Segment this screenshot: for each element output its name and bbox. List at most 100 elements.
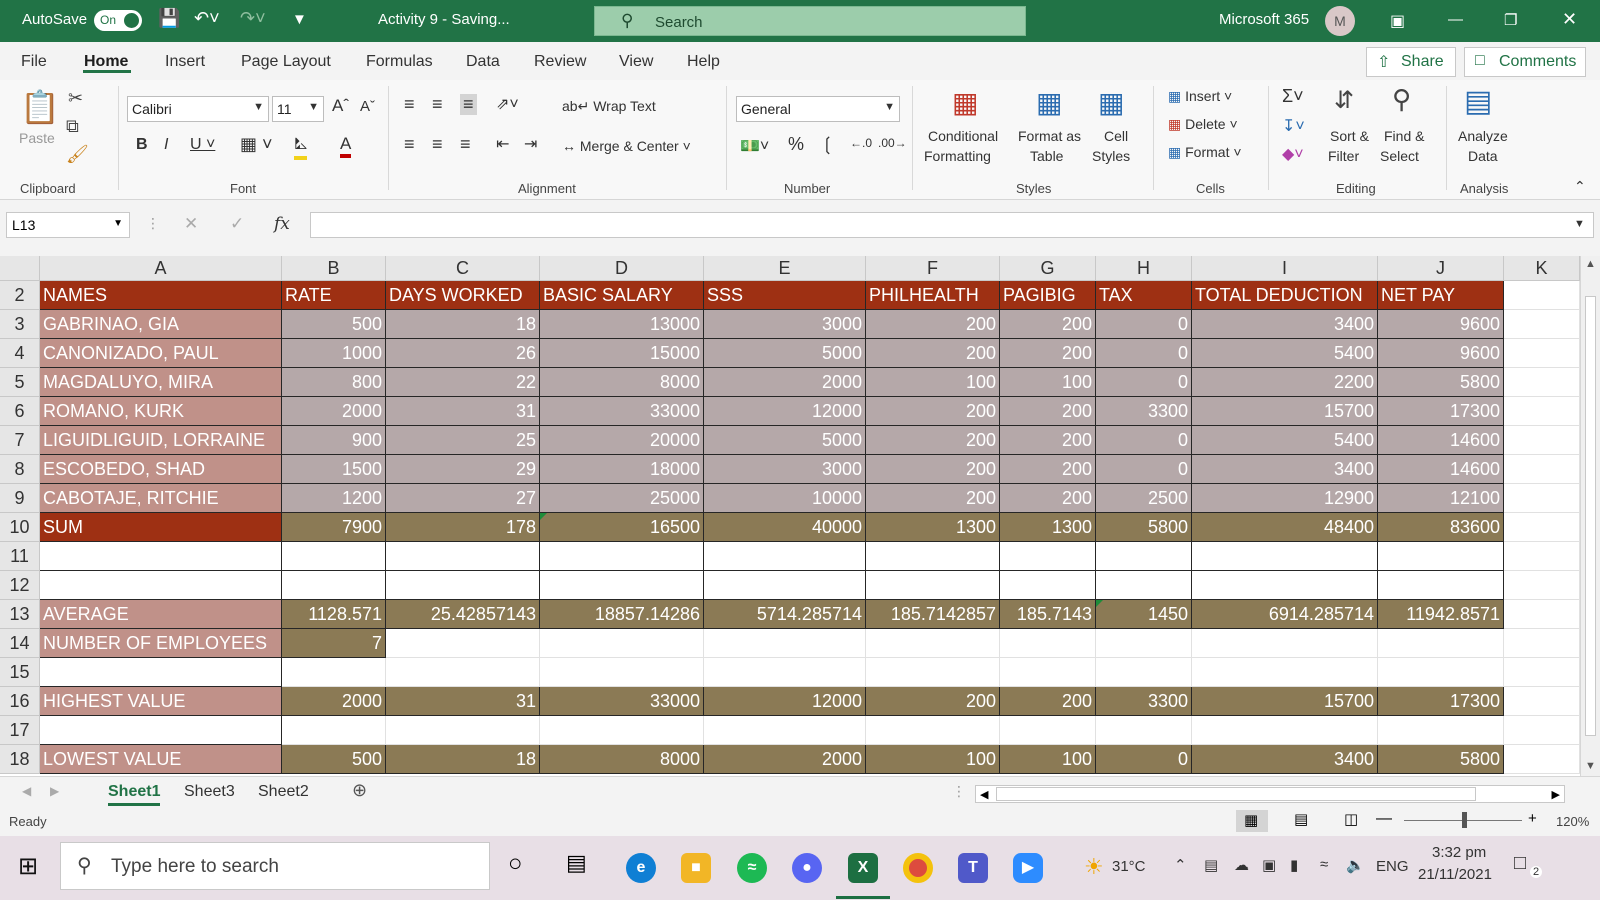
tab-help[interactable]: Help [687, 53, 720, 71]
cancel-icon[interactable]: ✕ [184, 214, 198, 234]
formula-input[interactable] [310, 212, 1594, 238]
taskbar-search[interactable]: ⚲ Type here to search [60, 842, 490, 890]
cell-styles-icon[interactable]: ▦ [1098, 86, 1124, 119]
cell-f5[interactable]: 100 [866, 368, 1000, 397]
tab-view[interactable]: View [619, 53, 653, 71]
cell-h18[interactable]: 0 [1096, 745, 1192, 774]
cell-g10[interactable]: 1300 [1000, 513, 1096, 542]
cell-c13[interactable]: 25.42857143 [386, 600, 540, 629]
cell-j8[interactable]: 14600 [1378, 455, 1504, 484]
cell-b4[interactable]: 1000 [282, 339, 386, 368]
row-header-2[interactable]: 2 [0, 281, 40, 310]
decrease-font-icon[interactable]: Aˇ [360, 98, 375, 115]
decrease-decimal-icon[interactable]: .00→ [878, 136, 907, 150]
add-sheet-icon[interactable]: ⊕ [352, 780, 367, 801]
cell-k13[interactable] [1504, 600, 1580, 629]
scroll-up-icon[interactable]: ▲ [1585, 258, 1596, 270]
insert-cells-button[interactable]: ▦ Insert ˅ [1168, 88, 1232, 105]
cell-d3[interactable]: 13000 [540, 310, 704, 339]
row-header-9[interactable]: 9 [0, 484, 40, 513]
cell-b8[interactable]: 1500 [282, 455, 386, 484]
increase-indent-icon[interactable]: ⇥ [524, 134, 537, 154]
cell-a13[interactable]: AVERAGE [40, 600, 282, 629]
paste-label[interactable]: Paste [19, 130, 55, 146]
expand-formula-bar-icon[interactable]: ▼ [1574, 218, 1585, 230]
temperature[interactable]: 31°C [1112, 858, 1146, 875]
cell-c6[interactable]: 31 [386, 397, 540, 426]
cell-d15[interactable] [540, 658, 704, 687]
cell-a18[interactable]: LOWEST VALUE [40, 745, 282, 774]
cell-i4[interactable]: 5400 [1192, 339, 1378, 368]
format-as-table-icon[interactable]: ▦ [1036, 86, 1062, 119]
normal-view-button[interactable]: ▦ [1236, 810, 1268, 832]
cell-g7[interactable]: 200 [1000, 426, 1096, 455]
cell-a11[interactable] [40, 542, 282, 571]
row-header-4[interactable]: 4 [0, 339, 40, 368]
cell-a5[interactable]: MAGDALUYO, MIRA [40, 368, 282, 397]
vertical-scroll-thumb[interactable] [1585, 296, 1596, 736]
cell-f17[interactable] [866, 716, 1000, 745]
cell-c15[interactable] [386, 658, 540, 687]
find-select-label-2[interactable]: Select [1380, 148, 1419, 164]
find-select-icon[interactable]: ⚲ [1392, 84, 1411, 115]
borders-icon[interactable]: ▦ ˅ [240, 134, 273, 155]
cell-j3[interactable]: 9600 [1378, 310, 1504, 339]
cell-k15[interactable] [1504, 658, 1580, 687]
cell-f9[interactable]: 200 [866, 484, 1000, 513]
cell-f15[interactable] [866, 658, 1000, 687]
cell-i9[interactable]: 12900 [1192, 484, 1378, 513]
cell-g11[interactable] [1000, 542, 1096, 571]
cell-k18[interactable] [1504, 745, 1580, 774]
cell-f7[interactable]: 200 [866, 426, 1000, 455]
align-middle-icon[interactable]: ≡ [432, 94, 443, 115]
split-handle-icon[interactable]: ⋮ [952, 783, 966, 800]
orientation-icon[interactable]: ⇗˅ [496, 94, 519, 114]
cell-b10[interactable]: 7900 [282, 513, 386, 542]
cell-k2[interactable] [1504, 281, 1580, 310]
cell-c18[interactable]: 18 [386, 745, 540, 774]
name-box[interactable]: L13 ▼ [6, 212, 130, 238]
cell-g8[interactable]: 200 [1000, 455, 1096, 484]
cell-a7[interactable]: LIGUIDLIGUID, LORRAINE [40, 426, 282, 455]
cell-i7[interactable]: 5400 [1192, 426, 1378, 455]
redo-icon[interactable]: ↷˅ [240, 8, 266, 29]
cell-i13[interactable]: 6914.285714 [1192, 600, 1378, 629]
fill-icon[interactable]: ↧˅ [1282, 116, 1305, 136]
cell-d10[interactable]: 16500 [540, 513, 704, 542]
cell-c9[interactable]: 27 [386, 484, 540, 513]
row-header-6[interactable]: 6 [0, 397, 40, 426]
cell-e16[interactable]: 12000 [704, 687, 866, 716]
cell-i3[interactable]: 3400 [1192, 310, 1378, 339]
cell-c5[interactable]: 22 [386, 368, 540, 397]
worksheet-grid[interactable]: A B C D E F G H I J K 2 NAMES RATE DAYS WORKED BASIC SA… [0, 256, 1600, 776]
chrome-icon[interactable] [903, 853, 933, 883]
bold-icon[interactable]: B [136, 136, 148, 154]
tab-home[interactable]: Home [84, 53, 128, 71]
row-header-5[interactable]: 5 [0, 368, 40, 397]
task-view-icon[interactable]: ▤ [566, 850, 587, 876]
cell-j18[interactable]: 5800 [1378, 745, 1504, 774]
find-select-label[interactable]: Find & [1384, 128, 1424, 144]
cell-h4[interactable]: 0 [1096, 339, 1192, 368]
cell-c17[interactable] [386, 716, 540, 745]
cell-g5[interactable]: 100 [1000, 368, 1096, 397]
cell-h9[interactable]: 2500 [1096, 484, 1192, 513]
cell-g12[interactable] [1000, 571, 1096, 600]
row-header-15[interactable]: 15 [0, 658, 40, 687]
cell-d5[interactable]: 8000 [540, 368, 704, 397]
cell-f13[interactable]: 185.7142857 [866, 600, 1000, 629]
cell-d12[interactable] [540, 571, 704, 600]
cell-f14[interactable] [866, 629, 1000, 658]
cell-a9[interactable]: CABOTAJE, RITCHIE [40, 484, 282, 513]
percent-icon[interactable]: % [788, 134, 804, 155]
clock-time[interactable]: 3:32 pm [1432, 844, 1486, 861]
cell-a3[interactable]: GABRINAO, GIA [40, 310, 282, 339]
cell-e12[interactable] [704, 571, 866, 600]
align-center-icon[interactable]: ≡ [432, 134, 443, 155]
cell-b14[interactable]: 7 [282, 629, 386, 658]
analyze-data-label-2[interactable]: Data [1468, 148, 1498, 164]
column-header-e[interactable]: E [704, 256, 866, 281]
prev-sheet-icon[interactable]: ◀ [22, 784, 31, 798]
sheet-tab-sheet1[interactable]: Sheet1 [108, 783, 161, 806]
tab-formulas[interactable]: Formulas [366, 53, 433, 71]
